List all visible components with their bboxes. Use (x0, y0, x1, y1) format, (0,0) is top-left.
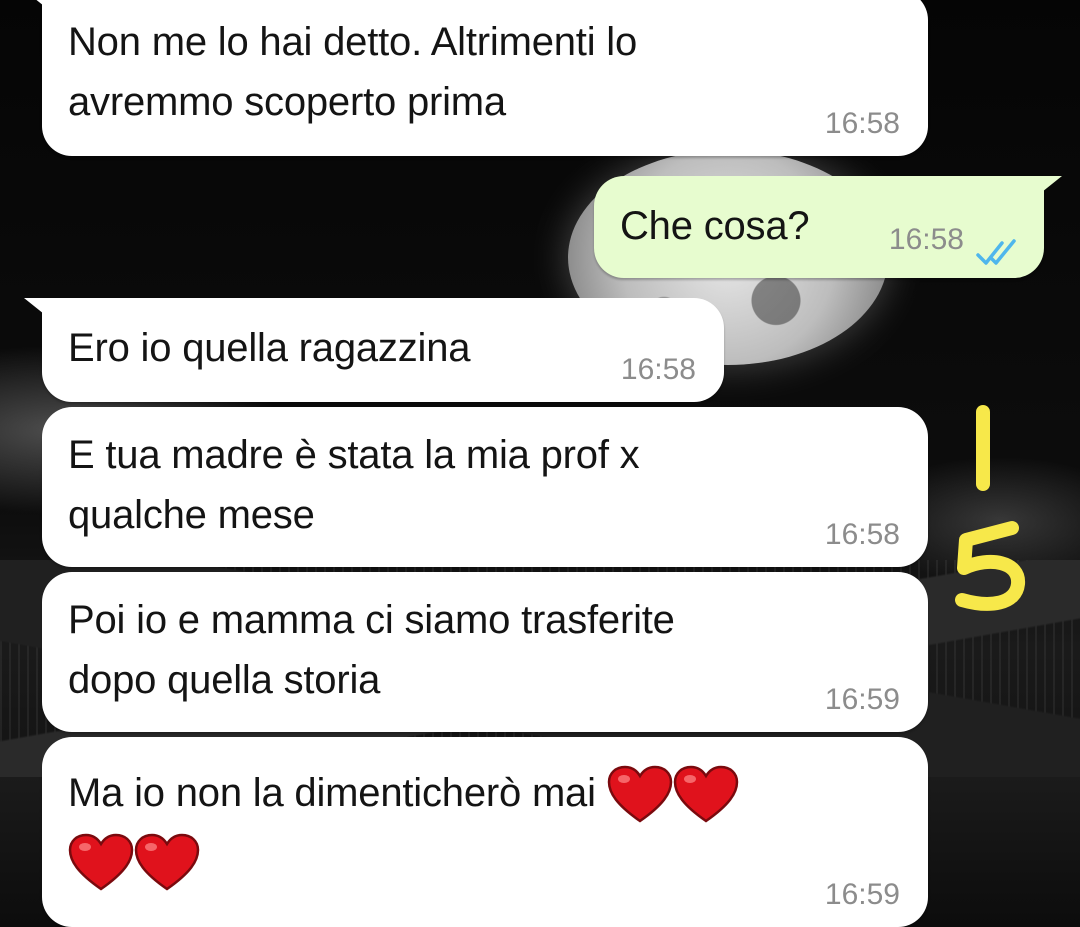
message-text: Ma io non la dimenticherò mai (68, 759, 902, 895)
message-text: E tua madre è stata la mia prof x qualch… (68, 433, 640, 537)
bubble-tail (24, 0, 54, 14)
double-check-read-icon (976, 226, 1022, 265)
message-list[interactable]: Non me lo hai detto. Altrimenti lo avrem… (0, 0, 1080, 927)
message-bubble-incoming[interactable]: Poi io e mamma ci siamo trasferite dopo … (42, 572, 928, 732)
message-timestamp: 16:58 (824, 107, 900, 140)
message-bubble-incoming[interactable]: Ma io non la dimenticherò mai 16:59 (42, 737, 928, 927)
message-bubble-incoming[interactable]: Ero io quella ragazzina 16:58 (24, 298, 724, 402)
message-timestamp: 16:58 (620, 353, 696, 386)
red-heart-emoji (673, 765, 739, 825)
red-heart-emoji (134, 833, 200, 893)
message-timestamp: 16:58 (824, 518, 900, 551)
message-text: Ero io quella ragazzina (68, 326, 471, 370)
message-text-content: Ma io non la dimenticherò mai (68, 771, 596, 815)
message-text: Poi io e mamma ci siamo trasferite dopo … (68, 598, 675, 702)
bubble-tail (24, 298, 54, 322)
message-bubble-incoming[interactable]: Non me lo hai detto. Altrimenti lo avrem… (24, 0, 928, 156)
red-heart-emoji (68, 833, 134, 893)
handwritten-15-marker (950, 400, 1040, 620)
message-timestamp: 16:59 (824, 878, 900, 911)
red-heart-emoji (607, 765, 673, 825)
message-timestamp: 16:58 (888, 223, 964, 256)
message-bubble-incoming[interactable]: E tua madre è stata la mia prof x qualch… (42, 407, 928, 567)
bubble-tail (1032, 176, 1062, 200)
message-bubble-outgoing[interactable]: Che cosa? 16:58 (594, 176, 1062, 278)
message-text: Non me lo hai detto. Altrimenti lo avrem… (68, 20, 638, 124)
message-timestamp: 16:59 (824, 683, 900, 716)
